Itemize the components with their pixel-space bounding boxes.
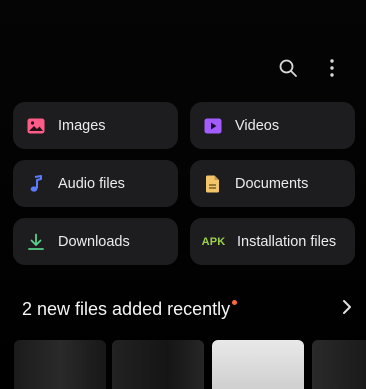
document-icon bbox=[203, 174, 222, 193]
category-documents[interactable]: Documents bbox=[190, 160, 355, 207]
category-label: Images bbox=[58, 117, 106, 134]
recent-files-thumbnails bbox=[0, 340, 366, 389]
image-icon bbox=[26, 116, 45, 135]
category-label: Downloads bbox=[58, 233, 130, 250]
recent-file-thumbnail[interactable] bbox=[112, 340, 204, 389]
search-button[interactable] bbox=[276, 56, 300, 80]
category-images[interactable]: Images bbox=[13, 102, 178, 149]
new-indicator-dot bbox=[232, 299, 238, 305]
category-label: Documents bbox=[235, 175, 309, 192]
video-icon bbox=[203, 116, 222, 135]
category-audio-files[interactable]: Audio files bbox=[13, 160, 178, 207]
chevron-right-icon[interactable] bbox=[342, 299, 352, 320]
category-label: Audio files bbox=[58, 175, 125, 192]
recent-files-title: 2 new files added recently bbox=[22, 299, 238, 320]
recent-file-thumbnail[interactable] bbox=[312, 340, 366, 389]
apk-icon: APK bbox=[201, 235, 226, 248]
category-installation-files[interactable]: APK Installation files bbox=[190, 218, 355, 265]
recent-file-thumbnail[interactable] bbox=[212, 340, 304, 389]
file-manager-screen: Images Videos Audio files Documents Down… bbox=[0, 0, 366, 389]
recent-files-header[interactable]: 2 new files added recently bbox=[22, 296, 352, 322]
more-options-button[interactable] bbox=[320, 56, 344, 80]
top-toolbar bbox=[276, 56, 344, 80]
search-icon bbox=[279, 59, 297, 77]
category-label: Installation files bbox=[237, 233, 337, 250]
more-vertical-icon bbox=[330, 59, 334, 77]
category-downloads[interactable]: Downloads bbox=[13, 218, 178, 265]
category-videos[interactable]: Videos bbox=[190, 102, 355, 149]
category-grid: Images Videos Audio files Documents Down… bbox=[13, 102, 355, 265]
category-label: Videos bbox=[235, 117, 280, 134]
recent-file-thumbnail[interactable] bbox=[14, 340, 106, 389]
download-icon bbox=[26, 232, 45, 251]
music-note-icon bbox=[26, 174, 45, 193]
